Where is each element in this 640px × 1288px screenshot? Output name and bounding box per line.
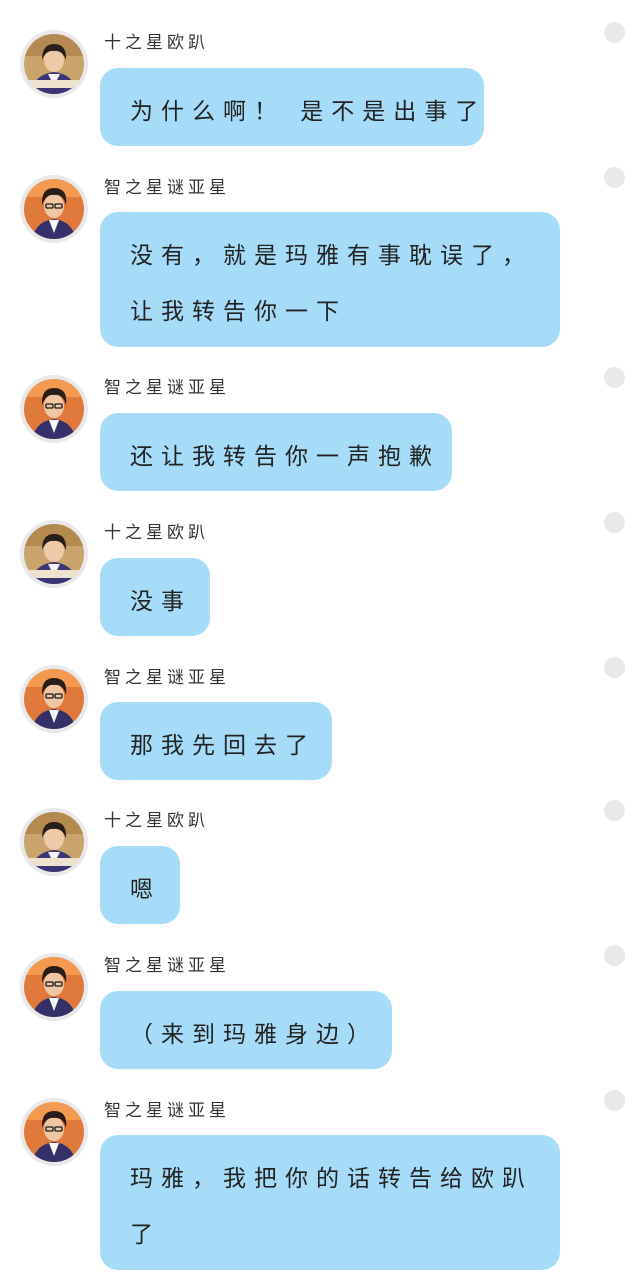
avatar-oupa-icon[interactable] <box>20 520 88 588</box>
select-circle-icon[interactable] <box>604 22 625 43</box>
select-circle-icon[interactable] <box>604 512 625 533</box>
message-bubble[interactable]: 没事 <box>100 558 210 636</box>
sender-name: 智之星谜亚星 <box>104 1101 230 1121</box>
message-text: 没有，就是玛雅有事耽误了， <box>130 243 533 269</box>
message-text: 让我转告你一下 <box>130 299 347 325</box>
message-bubble[interactable]: 嗯 <box>100 846 180 924</box>
message-text: 为什么啊！ 是不是出事了 <box>130 99 487 125</box>
message-bubble[interactable]: （来到玛雅身边） <box>100 991 392 1069</box>
sender-name: 智之星谜亚星 <box>104 668 230 688</box>
sender-name: 智之星谜亚星 <box>104 378 230 398</box>
select-circle-icon[interactable] <box>604 1090 625 1111</box>
message-bubble[interactable]: 还让我转告你一声抱歉 <box>100 413 452 491</box>
sender-name: 智之星谜亚星 <box>104 956 230 976</box>
avatar-miyaxing-icon[interactable] <box>20 665 88 733</box>
message-text: 嗯 <box>130 877 161 903</box>
sender-name: 智之星谜亚星 <box>104 178 230 198</box>
avatar-miyaxing-icon[interactable] <box>20 175 88 243</box>
avatar-oupa-icon[interactable] <box>20 30 88 98</box>
message-bubble[interactable]: 玛雅，我把你的话转告给欧趴了 <box>100 1135 560 1270</box>
avatar-miyaxing-icon[interactable] <box>20 1098 88 1166</box>
message-text: 了 <box>130 1222 161 1248</box>
message-text: 没事 <box>130 589 192 615</box>
sender-name: 十之星欧趴 <box>104 811 209 831</box>
select-circle-icon[interactable] <box>604 167 625 188</box>
sender-name: 十之星欧趴 <box>104 33 209 53</box>
message-bubble[interactable]: 为什么啊！ 是不是出事了 <box>100 68 484 146</box>
avatar-oupa-icon[interactable] <box>20 808 88 876</box>
message-text: 还让我转告你一声抱歉 <box>130 444 440 470</box>
message-text: （来到玛雅身边） <box>130 1022 378 1048</box>
avatar-miyaxing-icon[interactable] <box>20 953 88 1021</box>
avatar-miyaxing-icon[interactable] <box>20 375 88 443</box>
message-text: 玛雅，我把你的话转告给欧趴 <box>130 1166 533 1192</box>
message-bubble[interactable]: 没有，就是玛雅有事耽误了， 让我转告你一下 <box>100 212 560 347</box>
message-text: 那我先回去了 <box>130 733 316 759</box>
select-circle-icon[interactable] <box>604 800 625 821</box>
select-circle-icon[interactable] <box>604 367 625 388</box>
message-bubble[interactable]: 那我先回去了 <box>100 702 332 780</box>
select-circle-icon[interactable] <box>604 657 625 678</box>
chat-message-list[interactable]: 十之星欧趴 为什么啊！ 是不是出事了 智之星谜亚星 没有，就是玛雅有事耽误了， 让我转告… <box>0 0 640 1288</box>
select-circle-icon[interactable] <box>604 945 625 966</box>
sender-name: 十之星欧趴 <box>104 523 209 543</box>
